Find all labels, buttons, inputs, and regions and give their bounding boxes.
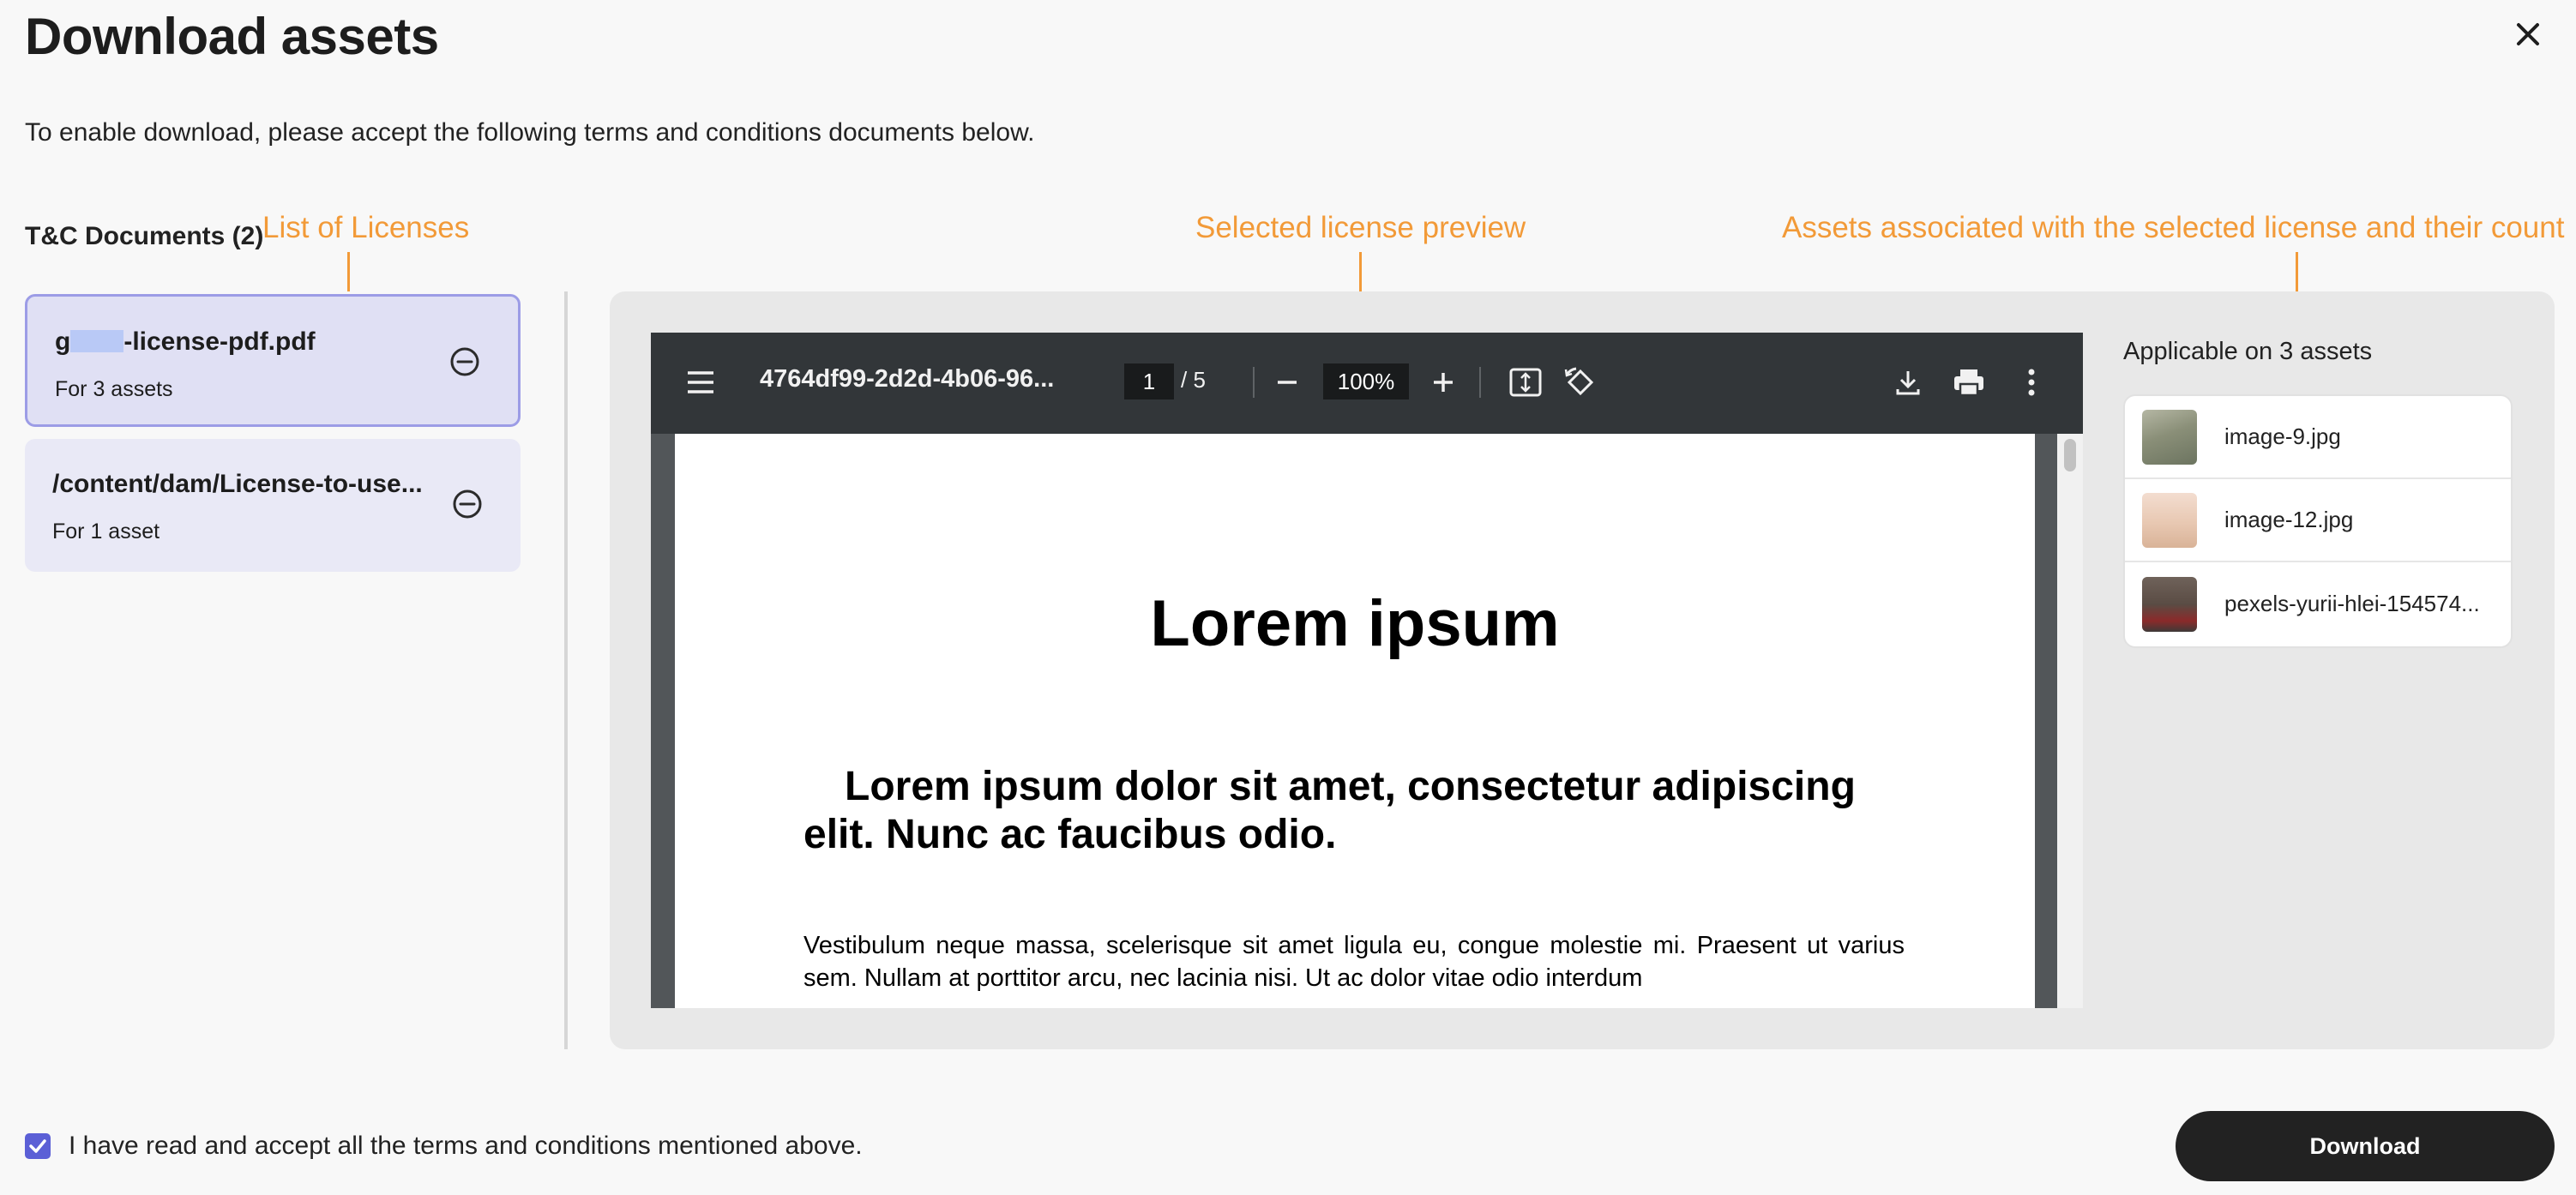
redaction-mark — [70, 330, 124, 353]
zoom-out-icon[interactable] — [1272, 367, 1303, 398]
menu-icon[interactable] — [685, 367, 716, 398]
annotation-licenses: List of Licenses — [262, 211, 470, 244]
asset-name: image-12.jpg — [2224, 507, 2354, 532]
license-card-title: g -license-pdf.pdf — [55, 327, 316, 356]
asset-row[interactable]: image-9.jpg — [2125, 396, 2511, 479]
zoom-in-icon[interactable] — [1428, 367, 1459, 398]
more-vert-icon[interactable] — [2014, 365, 2049, 399]
pdf-page: Lorem ipsum Lorem ipsum dolor sit amet, … — [675, 434, 2035, 1008]
pdf-toolbar: 4764df99-2d2d-4b06-96... 1 / 5 100% — [651, 333, 2083, 434]
license-card-count: For 1 asset — [52, 519, 160, 543]
instructions-text: To enable download, please accept the fo… — [25, 118, 1035, 147]
accept-terms-checkbox[interactable] — [25, 1133, 51, 1159]
pdf-scrollbar[interactable] — [2057, 434, 2083, 1008]
pdf-scrollbar-thumb[interactable] — [2064, 439, 2076, 471]
asset-thumbnail — [2142, 409, 2197, 465]
zoom-level-input[interactable]: 100% — [1323, 363, 1409, 399]
license-card[interactable]: /content/dam/License-to-use... For 1 ass… — [25, 439, 521, 572]
remove-circle-icon[interactable] — [449, 346, 480, 377]
documents-heading: T&C Documents (2) — [25, 222, 264, 250]
rotate-icon[interactable] — [1563, 365, 1598, 399]
asset-thumbnail — [2142, 576, 2197, 632]
annotation-assets-pointer — [2296, 252, 2298, 291]
download-button[interactable]: Download — [2176, 1111, 2555, 1181]
annotation-preview-pointer — [1359, 252, 1362, 291]
page-total: / 5 — [1181, 367, 1206, 393]
license-card-count: For 3 assets — [55, 377, 173, 401]
fit-page-icon[interactable] — [1508, 365, 1543, 399]
close-button[interactable] — [2506, 12, 2550, 57]
pdf-subheading: Lorem ipsum dolor sit amet, consectetur … — [803, 764, 1856, 857]
remove-circle-icon[interactable] — [452, 489, 483, 519]
download-icon[interactable] — [1891, 365, 1925, 399]
pdf-filename: 4764df99-2d2d-4b06-96... — [760, 365, 1055, 393]
page-title: Download assets — [25, 8, 439, 65]
assets-heading: Applicable on 3 assets — [2123, 338, 2373, 365]
asset-name: image-9.jpg — [2224, 423, 2341, 449]
pdf-paragraph: Vestibulum neque massa, scelerisque sit … — [803, 932, 1905, 992]
pdf-heading: Lorem ipsum — [1150, 587, 1560, 660]
checkmark-icon — [29, 1139, 46, 1153]
pdf-viewer[interactable]: 4764df99-2d2d-4b06-96... 1 / 5 100% Lore… — [651, 333, 2083, 1008]
toolbar-divider — [1479, 367, 1481, 398]
annotation-preview: Selected license preview — [1195, 211, 1526, 244]
asset-thumbnail — [2142, 492, 2197, 548]
asset-row[interactable]: pexels-yurii-hlei-154574... — [2125, 562, 2511, 646]
asset-row[interactable]: image-12.jpg — [2125, 479, 2511, 562]
close-icon — [2517, 23, 2539, 45]
license-card-selected[interactable]: g -license-pdf.pdf For 3 assets — [25, 294, 521, 427]
page-number-input[interactable]: 1 — [1124, 363, 1174, 399]
license-card-title: /content/dam/License-to-use... — [52, 470, 423, 498]
column-divider — [564, 291, 568, 1049]
toolbar-divider — [1253, 367, 1255, 398]
assets-list: image-9.jpg image-12.jpg pexels-yurii-hl… — [2123, 394, 2513, 648]
annotation-assets: Assets associated with the selected lice… — [1782, 211, 2565, 244]
accept-terms-label[interactable]: I have read and accept all the terms and… — [69, 1132, 863, 1161]
annotation-licenses-pointer — [347, 252, 350, 291]
print-icon[interactable] — [1951, 365, 1987, 399]
asset-name: pexels-yurii-hlei-154574... — [2224, 591, 2480, 616]
